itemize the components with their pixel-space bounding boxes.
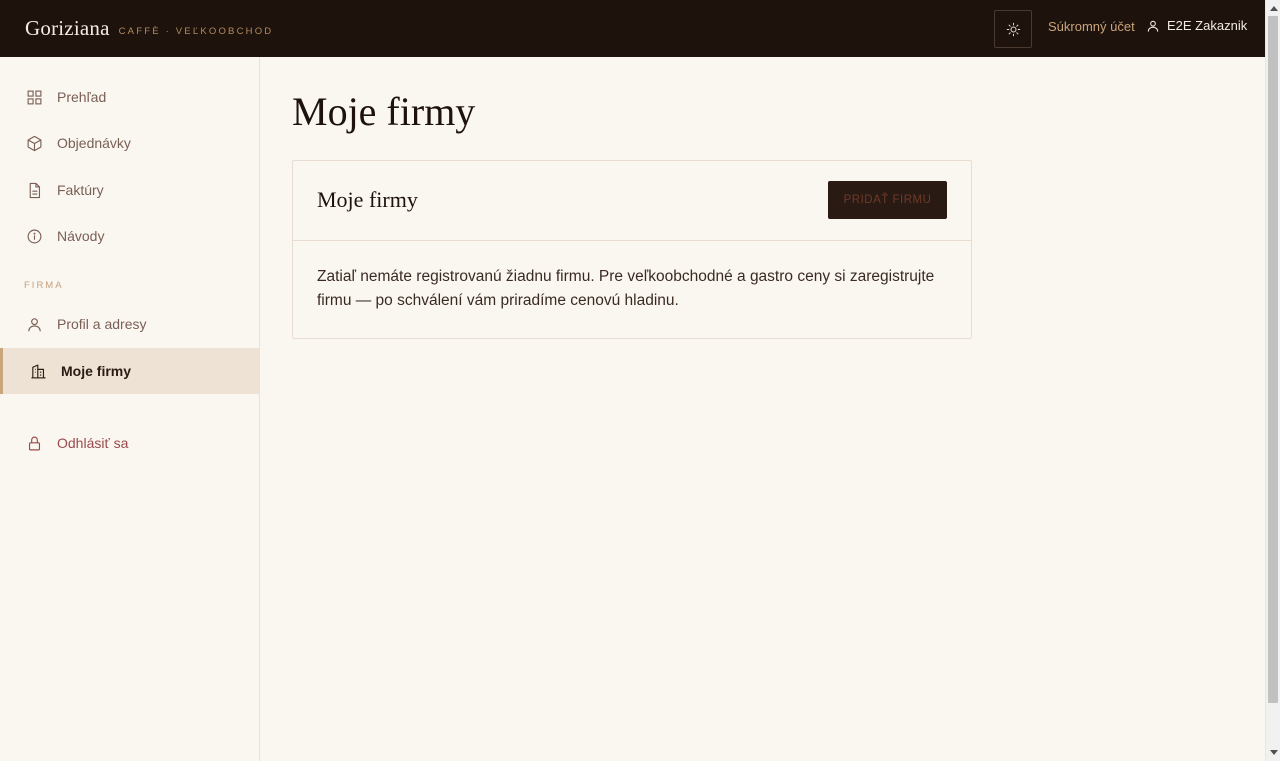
grid-icon bbox=[27, 90, 42, 104]
sidebar-item-label: Profil a adresy bbox=[57, 316, 147, 332]
user-menu[interactable]: E2E Zakaznik bbox=[1146, 18, 1247, 33]
card-title: Moje firmy bbox=[317, 187, 418, 212]
sidebar-item-label: Faktúry bbox=[57, 182, 104, 198]
brand-logo[interactable]: Goriziana CAFFÈ · VEĽKOOBCHOD bbox=[25, 0, 273, 57]
sidebar-item-overview[interactable]: Prehľad bbox=[0, 74, 259, 120]
sun-icon bbox=[1006, 22, 1020, 36]
info-icon bbox=[27, 229, 42, 243]
logout-button[interactable]: Odhlásiť sa bbox=[0, 420, 259, 466]
sidebar-section-firm: FIRMA bbox=[24, 280, 64, 291]
private-account-link[interactable]: Súkromný účet bbox=[1048, 19, 1135, 34]
sidebar-item-profile[interactable]: Profil a adresy bbox=[0, 301, 259, 347]
empty-state-message: Zatiaľ nemáte registrovanú žiadnu firmu.… bbox=[317, 268, 935, 309]
vertical-scrollbar[interactable] bbox=[1265, 0, 1280, 761]
logout-label: Odhlásiť sa bbox=[57, 435, 129, 451]
page-title: Moje firmy bbox=[292, 89, 476, 134]
top-bar: Goriziana CAFFÈ · VEĽKOOBCHOD Súkromný ú… bbox=[0, 0, 1265, 57]
scroll-down-icon[interactable] bbox=[1270, 750, 1278, 755]
lock-icon bbox=[28, 436, 41, 450]
box-icon bbox=[27, 135, 42, 151]
app-viewport: Goriziana CAFFÈ · VEĽKOOBCHOD Súkromný ú… bbox=[0, 0, 1265, 761]
theme-toggle-button[interactable] bbox=[994, 10, 1032, 48]
user-icon bbox=[1147, 20, 1159, 32]
card-header: Moje firmy PRIDAŤ FIRMU bbox=[293, 161, 971, 241]
brand-tagline: CAFFÈ · VEĽKOOBCHOD bbox=[118, 26, 274, 37]
add-firm-button[interactable]: PRIDAŤ FIRMU bbox=[828, 181, 947, 219]
sidebar-item-label: Prehľad bbox=[57, 89, 107, 105]
sidebar-item-guides[interactable]: Návody bbox=[0, 213, 259, 259]
user-name: E2E Zakaznik bbox=[1167, 18, 1248, 33]
firms-card: Moje firmy PRIDAŤ FIRMU Zatiaľ nemáte re… bbox=[292, 160, 972, 339]
brand-name: Goriziana bbox=[25, 16, 110, 40]
sidebar-item-label: Moje firmy bbox=[61, 363, 132, 379]
sidebar-item-orders[interactable]: Objednávky bbox=[0, 120, 259, 166]
building-icon bbox=[31, 364, 46, 378]
scroll-thumb[interactable] bbox=[1268, 16, 1278, 703]
sidebar: Prehľad Objednávky Faktúry Návody FIRMA bbox=[0, 57, 260, 761]
scroll-up-icon[interactable] bbox=[1270, 6, 1278, 11]
sidebar-item-label: Návody bbox=[57, 228, 105, 244]
sidebar-item-invoices[interactable]: Faktúry bbox=[0, 167, 259, 213]
sidebar-item-label: Objednávky bbox=[57, 135, 131, 151]
sidebar-item-my-firms[interactable]: Moje firmy bbox=[0, 348, 259, 394]
user-icon bbox=[28, 317, 41, 331]
document-icon bbox=[29, 182, 41, 198]
